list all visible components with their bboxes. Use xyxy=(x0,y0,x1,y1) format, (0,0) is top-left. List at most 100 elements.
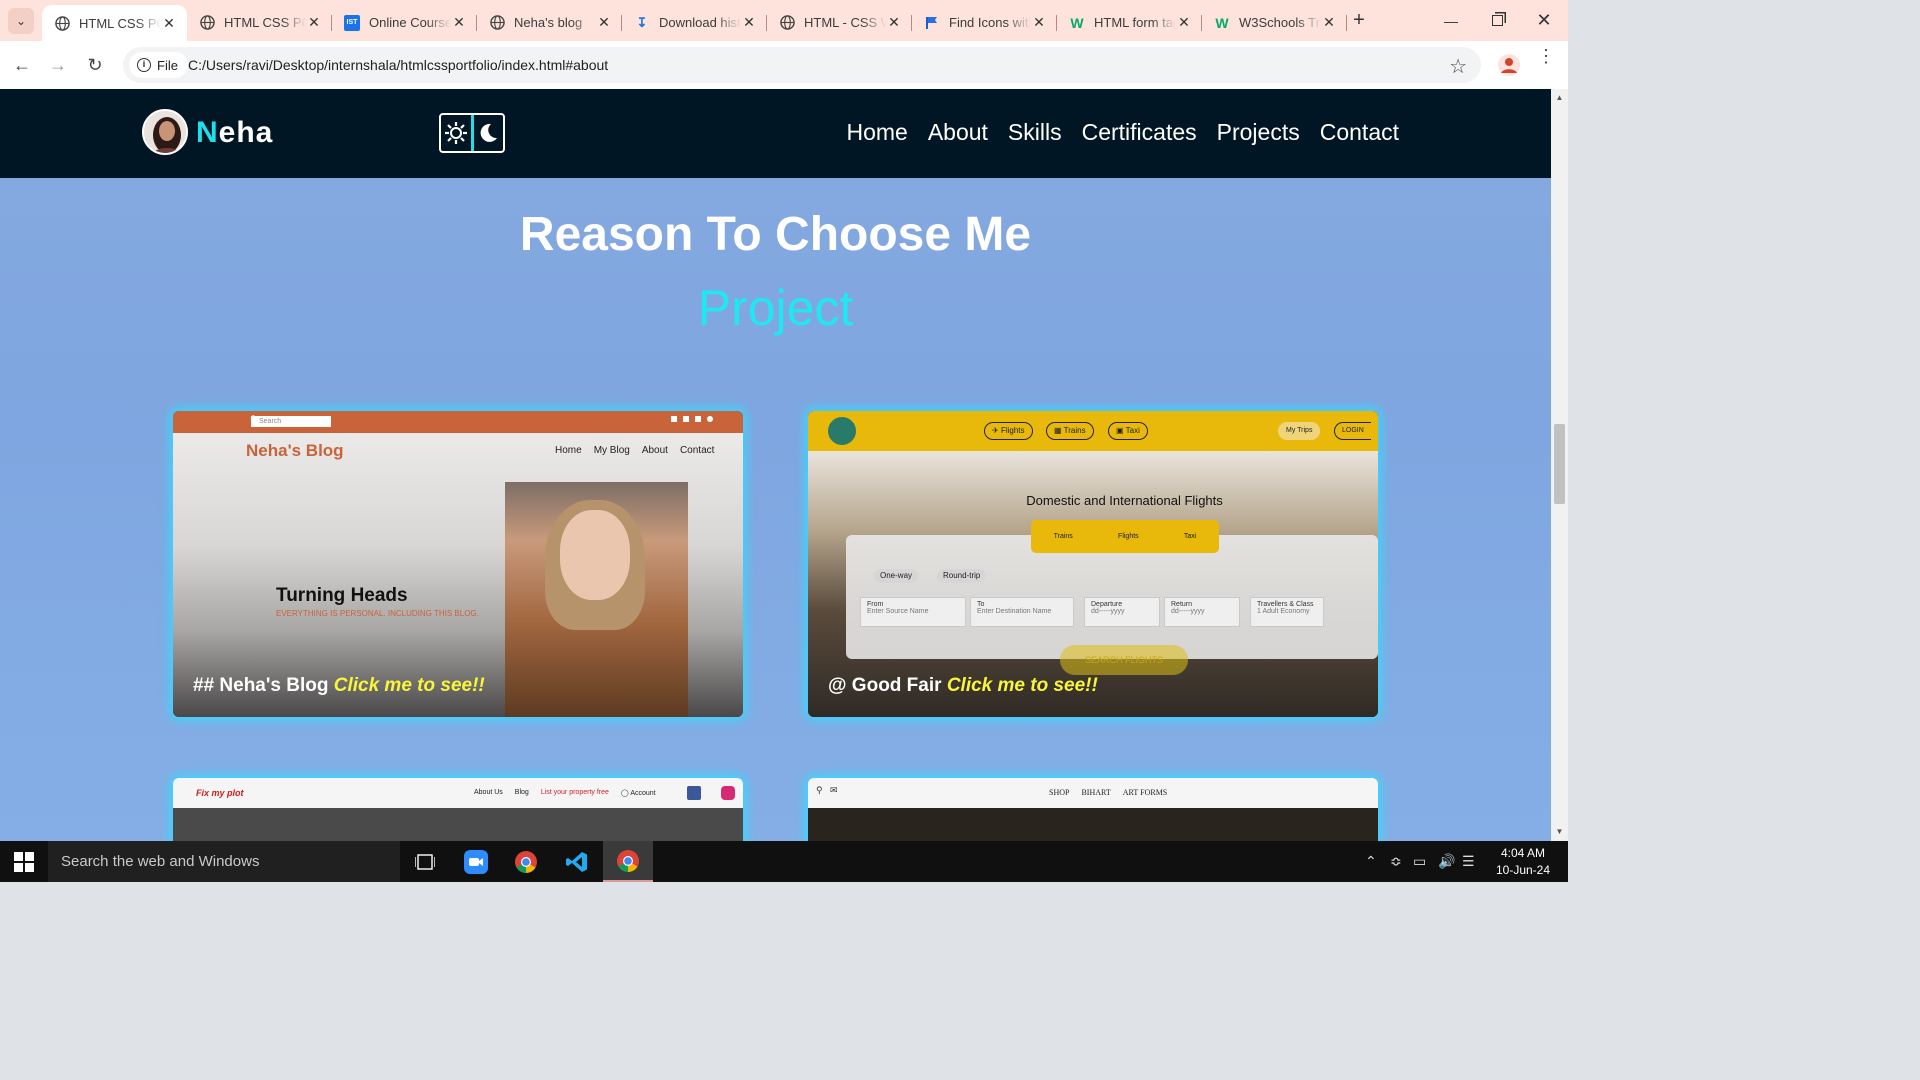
blog-preview-tagline: EVERYTHING IS PERSONAL. INCLUDING THIS B… xyxy=(276,609,479,618)
tray-chevron-up-icon[interactable]: ⌃ xyxy=(1365,853,1377,870)
close-tab-icon[interactable]: ✕ xyxy=(306,14,322,31)
taskbar-clock[interactable]: 4:04 AM 10-Jun-24 xyxy=(1492,845,1554,879)
globe-icon xyxy=(779,15,795,31)
caption-cta[interactable]: Click me to see!! xyxy=(947,675,1098,696)
theme-toggle[interactable] xyxy=(439,113,505,153)
nav-certificates-link[interactable]: Certificates xyxy=(1082,119,1197,146)
fixmyplot-preview-topbar xyxy=(173,778,743,808)
more-menu-icon[interactable]: ⋮ xyxy=(1536,47,1556,65)
scroll-up-icon[interactable]: ▲ xyxy=(1554,93,1565,102)
moon-icon[interactable] xyxy=(474,115,504,151)
close-tab-icon[interactable]: ✕ xyxy=(1321,14,1337,31)
address-bar[interactable]: i File C:/Users/ravi/Desktop/internshala… xyxy=(123,47,1481,83)
restore-button[interactable] xyxy=(1474,0,1520,41)
tab-find-icons[interactable]: Find Icons with the Search ✕ xyxy=(912,5,1057,40)
nav-home-link[interactable]: Home xyxy=(846,119,907,146)
mode-flights: Flights xyxy=(1118,533,1139,540)
nav-contact-link[interactable]: Contact xyxy=(1320,119,1399,146)
tab-strip: ⌄ HTML CSS PORTFOLIO ✕ HTML CSS PORTFOLI… xyxy=(0,0,1568,41)
tab-html-form-tags[interactable]: W HTML form tags ✕ xyxy=(1057,5,1202,40)
taxi-pill: ▣ Taxi xyxy=(1108,422,1148,440)
tab-w3schools-tryit[interactable]: W W3Schools Tryit Editor ✕ xyxy=(1202,5,1347,40)
url-text[interactable]: C:/Users/ravi/Desktop/internshala/htmlcs… xyxy=(188,57,608,73)
back-button[interactable]: ← xyxy=(10,53,34,77)
social-icon xyxy=(707,416,713,422)
tab-search-button[interactable]: ⌄ xyxy=(8,8,34,34)
tab-html-css-website[interactable]: HTML - CSS Website ✕ xyxy=(767,5,912,40)
wifi-icon[interactable]: ≎ xyxy=(1390,853,1402,870)
mode-taxi: Taxi xyxy=(1183,533,1197,540)
search-icon: ⚲ xyxy=(816,785,823,795)
tab-nehas-blog[interactable]: Neha's blog ✕ xyxy=(477,5,622,40)
minimize-icon: — xyxy=(1444,12,1458,29)
minimize-button[interactable]: — xyxy=(1428,0,1474,41)
close-tab-icon[interactable]: ✕ xyxy=(1176,14,1192,31)
close-tab-icon[interactable]: ✕ xyxy=(1031,14,1047,31)
volume-icon[interactable]: 🔊 xyxy=(1438,853,1455,870)
scroll-down-icon[interactable]: ▼ xyxy=(1554,827,1565,836)
new-tab-button[interactable]: + xyxy=(1348,9,1370,31)
avatar xyxy=(142,109,188,155)
instagram-icon xyxy=(721,786,735,800)
battery-icon[interactable]: ▭ xyxy=(1413,853,1426,870)
site-brand[interactable]: Neha xyxy=(196,116,273,150)
profile-avatar-icon[interactable] xyxy=(1498,54,1520,76)
brand-rest: eha xyxy=(218,116,274,149)
tab-online-courses[interactable]: IST Online Courses ✕ xyxy=(332,5,477,40)
close-tab-icon[interactable]: ✕ xyxy=(886,14,902,31)
zoom-app-icon[interactable] xyxy=(451,841,501,882)
mode-trains: Trains xyxy=(1053,533,1073,540)
close-tab-icon[interactable]: ✕ xyxy=(596,14,612,31)
scrollbar-thumb[interactable] xyxy=(1554,424,1565,504)
site-info-chip[interactable]: i File xyxy=(129,52,188,78)
project-card-fixmyplot[interactable]: Fix my plot About Us Blog List your prop… xyxy=(173,778,743,841)
chrome-profile-app-icon[interactable] xyxy=(603,841,653,882)
tab-title: HTML CSS PORTFOLIO xyxy=(79,15,161,31)
nav-projects-link[interactable]: Projects xyxy=(1217,119,1300,146)
tab-download-history[interactable]: ↧ Download history ✕ xyxy=(622,5,767,40)
forward-button[interactable]: → xyxy=(46,53,70,77)
taskbar-search-box[interactable]: Search the web and Windows xyxy=(48,841,400,882)
taskbar: Search the web and Windows ⌃ ≎ ▭ 🔊 ☰ 4:0… xyxy=(0,841,1568,882)
close-tab-icon[interactable]: ✕ xyxy=(451,14,467,31)
nav-about-link[interactable]: About xyxy=(928,119,988,146)
caption-cta[interactable]: Click me to see!! xyxy=(334,675,485,696)
tab-title: Online Courses xyxy=(369,15,451,30)
windows-start-icon[interactable] xyxy=(14,852,34,872)
w3schools-icon: W xyxy=(1070,14,1084,31)
chrome-app-icon[interactable] xyxy=(501,841,551,882)
reload-button[interactable]: ↻ xyxy=(83,53,107,77)
blog-preview-headline: Turning Heads xyxy=(276,585,408,606)
notifications-icon[interactable]: ☰ xyxy=(1462,853,1475,870)
from-label: From xyxy=(867,601,884,608)
nav-skills-link[interactable]: Skills xyxy=(1008,119,1062,146)
facebook-icon xyxy=(687,786,701,800)
task-view-icon[interactable] xyxy=(400,841,450,882)
bookmark-star-icon[interactable]: ☆ xyxy=(1449,54,1467,79)
tab-title: HTML CSS PORTFOLIO xyxy=(224,15,306,30)
project-card-blog[interactable]: ⚲ Search Neha's Blog Home My Blog About … xyxy=(173,411,743,717)
blog-preview-photo xyxy=(505,482,688,717)
tab-html-css-portfolio[interactable]: HTML CSS PORTFOLIO ✕ xyxy=(42,5,187,41)
fixmyplot-menu: About Us Blog List your property free ◯ … xyxy=(474,789,656,797)
vscode-app-icon[interactable] xyxy=(552,841,602,882)
caption-title: ## Neha's Blog xyxy=(193,675,329,696)
page-scrollbar[interactable]: ▲ ▼ xyxy=(1551,89,1568,841)
art-preview-body xyxy=(808,808,1378,841)
blog-preview-menu: Home My Blog About Contact xyxy=(555,445,714,456)
sun-icon[interactable] xyxy=(441,115,474,151)
close-window-button[interactable]: ✕ xyxy=(1521,0,1567,41)
close-tab-icon[interactable]: ✕ xyxy=(161,15,177,32)
blog-menu-item: My Blog xyxy=(593,445,630,456)
close-tab-icon[interactable]: ✕ xyxy=(741,14,757,31)
departure-date: dd-----yyyy xyxy=(1091,608,1125,615)
fixmyplot-menu-item: About Us xyxy=(474,789,503,796)
social-icon xyxy=(695,416,701,422)
project-card-art[interactable]: ⚲ ✉ SHOP BIHART ART FORMS xyxy=(808,778,1378,841)
web-page: Neha Home About Skills Certificates Proj… xyxy=(0,89,1551,841)
fixmyplot-menu-item: List your property free xyxy=(540,789,609,796)
caption-title: @ Good Fair xyxy=(828,675,942,696)
tab-html-css-portfolio-2[interactable]: HTML CSS PORTFOLIO ✕ xyxy=(187,5,332,40)
project-card-good-fair[interactable]: ✈ Flights ▦ Trains ▣ Taxi My Trips LOGIN… xyxy=(808,411,1378,717)
travellers-value: 1 Adult Economy xyxy=(1257,608,1310,615)
